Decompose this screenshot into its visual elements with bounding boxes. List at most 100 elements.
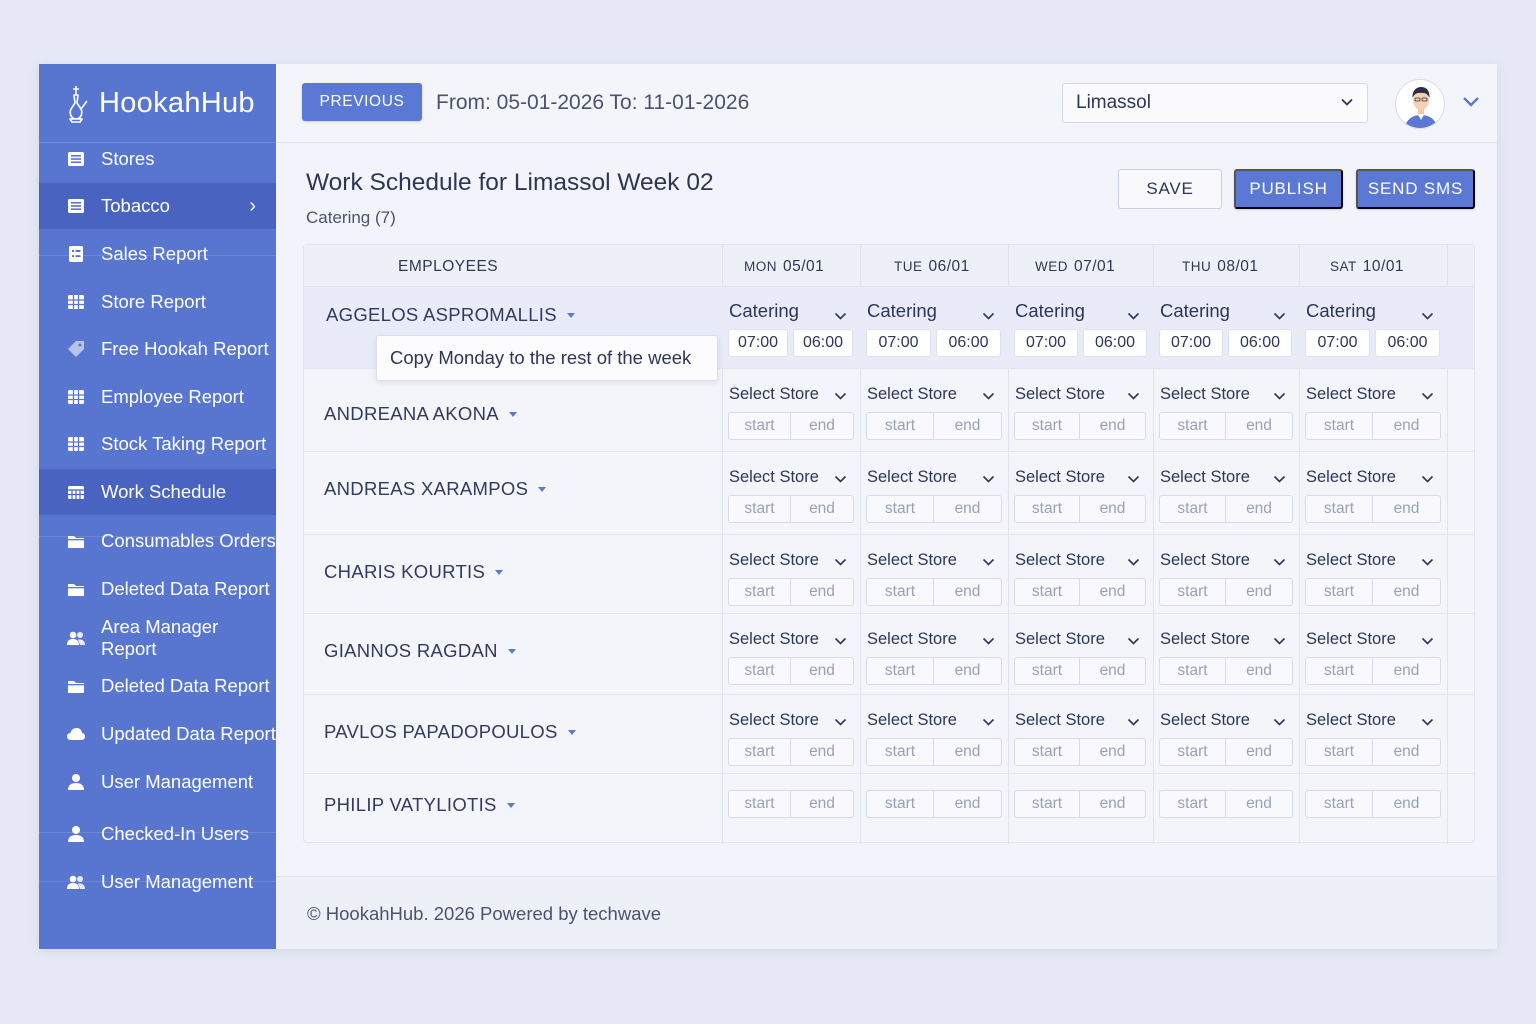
store-select[interactable]: Select Store bbox=[729, 548, 847, 572]
shift-end-input[interactable]: end bbox=[934, 412, 1002, 440]
store-select[interactable]: Select Store bbox=[1160, 548, 1286, 572]
employee-name[interactable]: GIANNOS RAGDAN bbox=[324, 640, 516, 662]
shift-start-input[interactable]: start bbox=[1014, 412, 1080, 440]
employee-name[interactable]: CHARIS KOURTIS bbox=[324, 561, 504, 583]
store-select[interactable]: Select Store bbox=[1306, 382, 1434, 406]
shift-end-input[interactable]: end bbox=[1080, 790, 1146, 818]
shift-start-input[interactable]: start bbox=[866, 495, 934, 523]
shift-end-time[interactable]: 06:00 bbox=[1083, 329, 1147, 357]
shift-start-input[interactable]: start bbox=[866, 578, 934, 606]
store-select[interactable]: Select Store bbox=[1306, 465, 1434, 489]
shift-end-input[interactable]: end bbox=[1226, 412, 1293, 440]
shift-end-input[interactable]: end bbox=[934, 495, 1002, 523]
shift-end-input[interactable]: end bbox=[934, 578, 1002, 606]
sidebar-item-deleted-data-report[interactable]: Deleted Data Report bbox=[39, 566, 276, 612]
shift-end-input[interactable]: end bbox=[1373, 412, 1441, 440]
shift-start-input[interactable]: start bbox=[1159, 657, 1226, 685]
shift-start-input[interactable]: start bbox=[728, 738, 791, 766]
sidebar-item-free-hookah-report[interactable]: Free Hookah Report bbox=[39, 326, 276, 372]
shift-end-input[interactable]: end bbox=[1373, 790, 1441, 818]
shift-start-time[interactable]: 07:00 bbox=[866, 329, 931, 357]
store-select[interactable]: Catering bbox=[867, 299, 995, 323]
shift-start-input[interactable]: start bbox=[866, 790, 934, 818]
sidebar-item-user-management[interactable]: User Management bbox=[39, 759, 276, 805]
shift-start-input[interactable]: start bbox=[728, 578, 791, 606]
store-select[interactable]: Select Store bbox=[867, 627, 995, 651]
store-select[interactable]: Select Store bbox=[1160, 382, 1286, 406]
shift-start-input[interactable]: start bbox=[866, 657, 934, 685]
shift-end-input[interactable]: end bbox=[934, 790, 1002, 818]
sidebar-item-updated-data-report[interactable]: Updated Data Report bbox=[39, 711, 276, 757]
shift-start-input[interactable]: start bbox=[1305, 657, 1373, 685]
shift-start-input[interactable]: start bbox=[1305, 495, 1373, 523]
store-select[interactable]: Select Store bbox=[1015, 382, 1140, 406]
copy-monday-tooltip[interactable]: Copy Monday to the rest of the week bbox=[376, 335, 718, 381]
shift-end-input[interactable]: end bbox=[1373, 657, 1441, 685]
store-select[interactable]: Select Store bbox=[729, 382, 847, 406]
location-select[interactable]: Limassol bbox=[1062, 83, 1368, 123]
shift-start-time[interactable]: 07:00 bbox=[1305, 329, 1370, 357]
sidebar-item-sales-report[interactable]: Sales Report bbox=[39, 231, 276, 277]
sidebar-item-stores[interactable]: Stores bbox=[39, 136, 276, 182]
shift-start-input[interactable]: start bbox=[1014, 657, 1080, 685]
shift-start-input[interactable]: start bbox=[728, 657, 791, 685]
previous-week-button[interactable]: PREVIOUS bbox=[302, 83, 422, 121]
shift-start-time[interactable]: 07:00 bbox=[728, 329, 788, 357]
store-select[interactable]: Select Store bbox=[1015, 465, 1140, 489]
sidebar-item-stock-taking-report[interactable]: Stock Taking Report bbox=[39, 421, 276, 467]
store-select[interactable]: Select Store bbox=[1160, 627, 1286, 651]
shift-start-input[interactable]: start bbox=[728, 412, 791, 440]
store-select[interactable]: Select Store bbox=[867, 548, 995, 572]
employee-name[interactable]: AGGELOS ASPROMALLIS bbox=[326, 304, 575, 326]
store-select[interactable]: Select Store bbox=[729, 465, 847, 489]
save-button[interactable]: SAVE bbox=[1118, 169, 1222, 209]
sidebar-item-tobacco[interactable]: Tobacco › bbox=[39, 183, 276, 229]
store-select[interactable]: Select Store bbox=[729, 708, 847, 732]
shift-start-input[interactable]: start bbox=[1159, 790, 1226, 818]
shift-end-input[interactable]: end bbox=[791, 790, 854, 818]
store-select[interactable]: Select Store bbox=[1015, 548, 1140, 572]
shift-end-input[interactable]: end bbox=[791, 657, 854, 685]
shift-start-input[interactable]: start bbox=[1159, 495, 1226, 523]
store-select[interactable]: Select Store bbox=[1015, 627, 1140, 651]
brand[interactable]: HookahHub bbox=[39, 64, 276, 143]
store-select[interactable]: Catering bbox=[1306, 299, 1434, 323]
shift-end-input[interactable]: end bbox=[1226, 657, 1293, 685]
shift-end-input[interactable]: end bbox=[1226, 495, 1293, 523]
store-select[interactable]: Select Store bbox=[1015, 708, 1140, 732]
shift-start-time[interactable]: 07:00 bbox=[1014, 329, 1078, 357]
shift-end-input[interactable]: end bbox=[791, 578, 854, 606]
employee-name[interactable]: PHILIP VATYLIOTIS bbox=[324, 794, 515, 816]
shift-end-input[interactable]: end bbox=[1080, 738, 1146, 766]
sidebar-item-area-manager-report[interactable]: Area Manager Report bbox=[39, 615, 276, 661]
shift-start-input[interactable]: start bbox=[1305, 790, 1373, 818]
shift-end-input[interactable]: end bbox=[791, 738, 854, 766]
shift-start-input[interactable]: start bbox=[866, 738, 934, 766]
store-select[interactable]: Select Store bbox=[867, 465, 995, 489]
shift-end-input[interactable]: end bbox=[1373, 578, 1441, 606]
send-sms-button[interactable]: SEND SMS bbox=[1356, 169, 1475, 209]
shift-end-input[interactable]: end bbox=[791, 495, 854, 523]
store-select[interactable]: Catering bbox=[729, 299, 847, 323]
shift-end-input[interactable]: end bbox=[1080, 578, 1146, 606]
shift-end-input[interactable]: end bbox=[1080, 657, 1146, 685]
shift-start-input[interactable]: start bbox=[1159, 578, 1226, 606]
store-select[interactable]: Select Store bbox=[1306, 627, 1434, 651]
employee-name[interactable]: PAVLOS PAPADOPOULOS bbox=[324, 721, 576, 743]
shift-end-time[interactable]: 06:00 bbox=[1375, 329, 1440, 357]
sidebar-item-user-management[interactable]: User Management bbox=[39, 859, 276, 905]
shift-end-input[interactable]: end bbox=[1080, 412, 1146, 440]
shift-end-input[interactable]: end bbox=[1373, 738, 1441, 766]
store-select[interactable]: Select Store bbox=[867, 382, 995, 406]
sidebar-item-store-report[interactable]: Store Report bbox=[39, 279, 276, 325]
store-select[interactable]: Select Store bbox=[729, 627, 847, 651]
sidebar-item-checked-in-users[interactable]: Checked-In Users bbox=[39, 811, 276, 857]
store-select[interactable]: Select Store bbox=[1160, 708, 1286, 732]
store-select[interactable]: Select Store bbox=[1160, 465, 1286, 489]
sidebar-item-consumables-orders[interactable]: Consumables Orders bbox=[39, 518, 276, 564]
shift-start-input[interactable]: start bbox=[728, 495, 791, 523]
shift-end-input[interactable]: end bbox=[1226, 738, 1293, 766]
shift-end-input[interactable]: end bbox=[1373, 495, 1441, 523]
sidebar-item-work-schedule[interactable]: Work Schedule bbox=[39, 469, 276, 515]
shift-start-input[interactable]: start bbox=[1159, 738, 1226, 766]
